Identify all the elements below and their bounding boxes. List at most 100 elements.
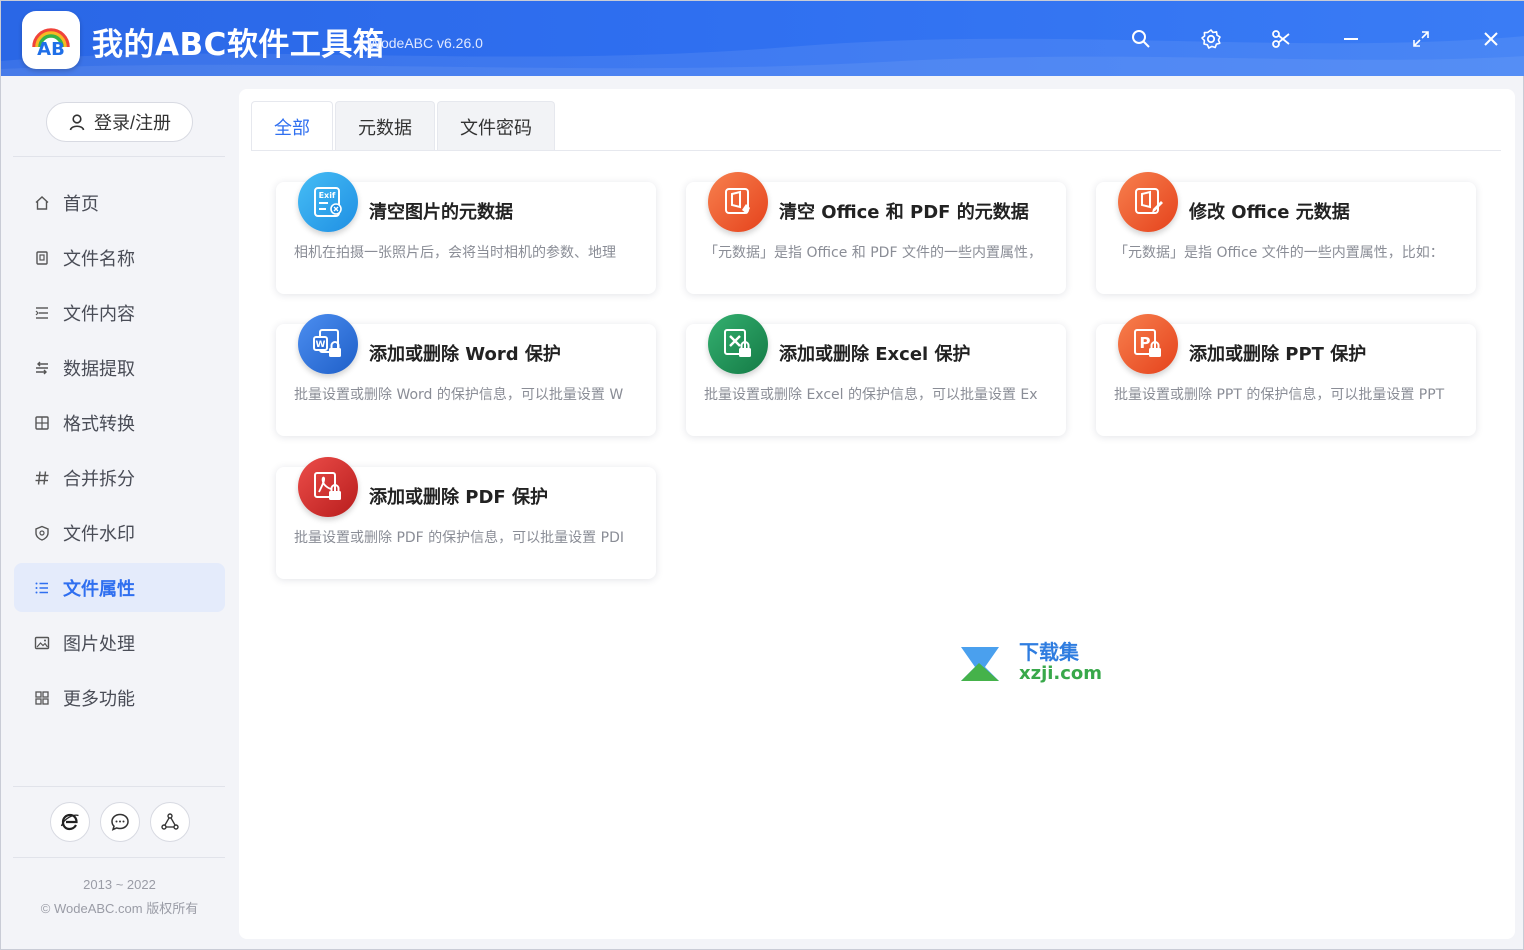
chat-icon — [111, 813, 129, 831]
sidebar-item-label: 文件内容 — [63, 303, 135, 325]
image-icon — [34, 635, 50, 651]
copyright-text: © WodeABC.com 版权所有 — [40, 901, 199, 916]
format-convert-icon — [34, 415, 50, 431]
tab-bar: 全部 元数据 文件密码 — [251, 101, 555, 151]
card-clear-image-metadata[interactable]: Exif 清空图片的元数据 相机在拍摄一张照片后，会将当时相机的参数、地理 — [276, 172, 656, 294]
card-title: 添加或删除 Excel 保护 — [779, 344, 971, 365]
card-title: 修改 Office 元数据 — [1189, 202, 1350, 223]
sidebar-item-more[interactable]: 更多功能 — [14, 673, 225, 722]
app-window: AB 我的ABC软件工具箱 WodeABC v6.26.0 登录/注册 首页 文… — [0, 0, 1524, 950]
card-description: 「元数据」是指 Office 和 PDF 文件的一些内置属性， — [704, 245, 1042, 261]
svg-text:W: W — [316, 340, 326, 350]
app-logo: AB — [22, 11, 80, 69]
browser-button[interactable] — [50, 802, 90, 842]
card-description: 批量设置或删除 PDF 的保护信息，可以批量设置 PDI — [294, 530, 624, 546]
data-extract-icon — [34, 360, 50, 376]
card-title: 添加或删除 PDF 保护 — [369, 487, 548, 508]
more-icon — [34, 690, 50, 706]
svg-text:下载集: 下载集 — [1019, 640, 1080, 664]
app-title: 我的ABC软件工具箱 — [92, 27, 385, 63]
sidebar-item-label: 文件水印 — [63, 523, 135, 545]
settings-button[interactable] — [1197, 25, 1225, 53]
office-clean-icon — [708, 172, 768, 232]
chat-button[interactable] — [100, 802, 140, 842]
sidebar-item-watermark[interactable]: 文件水印 — [14, 508, 225, 557]
tab-divider — [251, 150, 1501, 151]
sidebar-item-label: 图片处理 — [63, 633, 135, 655]
svg-text:Exif: Exif — [319, 191, 336, 200]
word-lock-icon: W — [298, 314, 358, 374]
watermark-icon — [34, 525, 50, 541]
maximize-button[interactable] — [1407, 25, 1435, 53]
sidebar-divider — [13, 786, 225, 787]
exif-icon: Exif — [298, 172, 358, 232]
title-bar: AB 我的ABC软件工具箱 WodeABC v6.26.0 — [1, 1, 1524, 76]
file-property-icon — [34, 580, 50, 596]
share-button[interactable] — [150, 802, 190, 842]
copyright-years: 2013 ~ 2022 — [83, 877, 156, 892]
card-clear-office-pdf-metadata[interactable]: 清空 Office 和 PDF 的元数据 「元数据」是指 Office 和 PD… — [686, 172, 1066, 294]
card-title: 添加或删除 Word 保护 — [369, 344, 561, 365]
sidebar-divider — [13, 857, 225, 858]
card-edit-office-metadata[interactable]: 修改 Office 元数据 「元数据」是指 Office 文件的一些内置属性，比… — [1096, 172, 1476, 294]
tab-file-password[interactable]: 文件密码 — [437, 101, 555, 151]
sidebar-item-merge-split[interactable]: 合并拆分 — [14, 453, 225, 502]
scissors-button[interactable] — [1267, 25, 1295, 53]
minimize-button[interactable] — [1337, 25, 1365, 53]
login-button[interactable]: 登录/注册 — [46, 102, 193, 142]
svg-text:xzji.com: xzji.com — [1019, 663, 1102, 684]
app-version: WodeABC v6.26.0 — [368, 35, 483, 51]
card-ppt-protection[interactable]: P 添加或删除 PPT 保护 批量设置或删除 PPT 的保护信息，可以批量设置 … — [1096, 314, 1476, 436]
sidebar-item-file-name[interactable]: 文件名称 — [14, 233, 225, 282]
minimize-icon — [1344, 38, 1358, 40]
pdf-lock-icon — [298, 457, 358, 517]
card-pdf-protection[interactable]: 添加或删除 PDF 保护 批量设置或删除 PDF 的保护信息，可以批量设置 PD… — [276, 457, 656, 579]
gear-icon — [1201, 29, 1221, 49]
sidebar-item-label: 首页 — [63, 193, 99, 215]
sidebar-item-label: 格式转换 — [63, 413, 135, 435]
card-excel-protection[interactable]: 添加或删除 Excel 保护 批量设置或删除 Excel 的保护信息，可以批量设… — [686, 314, 1066, 436]
sidebar: 登录/注册 首页 文件名称 文件内容 数据提取 格式转换 合并拆分 文件水印 文… — [1, 76, 238, 949]
sidebar-item-file-property[interactable]: 文件属性 — [14, 563, 225, 612]
sidebar-item-home[interactable]: 首页 — [14, 178, 225, 227]
card-title: 添加或删除 PPT 保护 — [1189, 344, 1367, 365]
card-title: 清空图片的元数据 — [369, 202, 513, 223]
close-icon — [1484, 32, 1498, 46]
login-label: 登录/注册 — [93, 113, 171, 133]
search-icon — [1132, 30, 1150, 48]
main-panel: 全部 元数据 文件密码 Exif 清空图片的元数据 相机在拍摄一张照片后，会将当… — [239, 89, 1515, 939]
app-logo-icon: AB — [32, 28, 70, 60]
sidebar-item-label: 合并拆分 — [63, 468, 135, 490]
share-icon — [161, 813, 179, 830]
xzji-watermark-logo: 下载集 xzji.com — [961, 640, 1102, 684]
file-name-icon — [34, 250, 50, 266]
maximize-icon — [1413, 31, 1429, 47]
card-description: 相机在拍摄一张照片后，会将当时相机的参数、地理 — [294, 245, 616, 261]
sidebar-divider — [13, 156, 225, 157]
card-description: 「元数据」是指 Office 文件的一些内置属性，比如： — [1114, 245, 1444, 261]
sidebar-item-format-convert[interactable]: 格式转换 — [14, 398, 225, 447]
sidebar-item-label: 数据提取 — [63, 358, 135, 380]
ppt-lock-icon: P — [1118, 314, 1178, 374]
card-description: 批量设置或删除 Excel 的保护信息，可以批量设置 Ex — [704, 387, 1038, 403]
sidebar-item-data-extract[interactable]: 数据提取 — [14, 343, 225, 392]
office-edit-icon — [1118, 172, 1178, 232]
user-icon — [69, 114, 85, 131]
sidebar-item-label: 文件属性 — [63, 578, 135, 600]
tab-metadata[interactable]: 元数据 — [335, 101, 435, 151]
home-icon — [34, 195, 50, 211]
sidebar-item-image[interactable]: 图片处理 — [14, 618, 225, 667]
tab-all[interactable]: 全部 — [251, 101, 333, 151]
close-button[interactable] — [1477, 25, 1505, 53]
excel-lock-icon — [708, 314, 768, 374]
sidebar-item-label: 文件名称 — [63, 248, 135, 270]
search-button[interactable] — [1127, 25, 1155, 53]
file-content-icon — [34, 305, 50, 321]
scissors-icon — [1272, 30, 1290, 48]
svg-text:P: P — [1140, 334, 1151, 352]
card-word-protection[interactable]: W 添加或删除 Word 保护 批量设置或删除 Word 的保护信息，可以批量设… — [276, 314, 656, 436]
svg-text:AB: AB — [37, 39, 65, 60]
browser-icon — [60, 813, 79, 831]
sidebar-item-file-content[interactable]: 文件内容 — [14, 288, 225, 337]
merge-split-icon — [34, 470, 50, 486]
